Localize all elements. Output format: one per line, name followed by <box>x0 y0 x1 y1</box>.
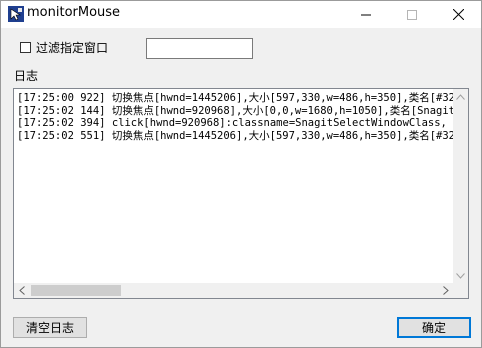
horizontal-scrollbar[interactable] <box>14 283 453 298</box>
minimize-icon <box>361 14 371 15</box>
vertical-scrollbar[interactable] <box>453 89 468 283</box>
scroll-left-icon[interactable] <box>14 283 29 298</box>
close-button[interactable] <box>435 1 481 28</box>
main-window: monitorMouse 过滤指定窗口 日志 [17:25:00 922] 切换… <box>0 0 482 348</box>
log-line: [17:25:02 394] click[hwnd=920968]:classn… <box>17 117 454 129</box>
ok-button[interactable]: 确定 <box>397 317 471 338</box>
scrollbar-corner <box>453 283 468 298</box>
filter-window-input[interactable] <box>146 38 253 59</box>
log-line: [17:25:02 144] 切换焦点[hwnd=920968],大小[0,0,… <box>17 104 454 117</box>
scroll-up-icon[interactable] <box>453 89 468 104</box>
filter-checkbox[interactable] <box>20 42 31 53</box>
log-lines: [17:25:00 922] 切换焦点[hwnd=1445206],大小[597… <box>17 92 454 282</box>
horizontal-scroll-thumb[interactable] <box>31 285 121 296</box>
maximize-icon <box>407 9 417 20</box>
log-line: [17:25:00 922] 切换焦点[hwnd=1445206],大小[597… <box>17 92 454 104</box>
mouse-app-icon <box>8 6 24 22</box>
scroll-right-icon[interactable] <box>438 283 453 298</box>
log-line: [17:25:02 551] 切换焦点[hwnd=1445206],大小[597… <box>17 129 454 142</box>
title-bar[interactable]: monitorMouse <box>1 1 481 28</box>
filter-row: 过滤指定窗口 <box>20 39 108 56</box>
window-title: monitorMouse <box>27 5 121 20</box>
log-label: 日志 <box>14 69 39 83</box>
minimize-button[interactable] <box>343 1 389 28</box>
filter-checkbox-label[interactable]: 过滤指定窗口 <box>36 39 108 56</box>
clear-log-button[interactable]: 清空日志 <box>13 317 87 338</box>
maximize-button[interactable] <box>389 1 435 28</box>
log-textarea[interactable]: [17:25:00 922] 切换焦点[hwnd=1445206],大小[597… <box>13 88 469 299</box>
close-icon <box>452 9 464 20</box>
scroll-down-icon[interactable] <box>453 268 468 283</box>
